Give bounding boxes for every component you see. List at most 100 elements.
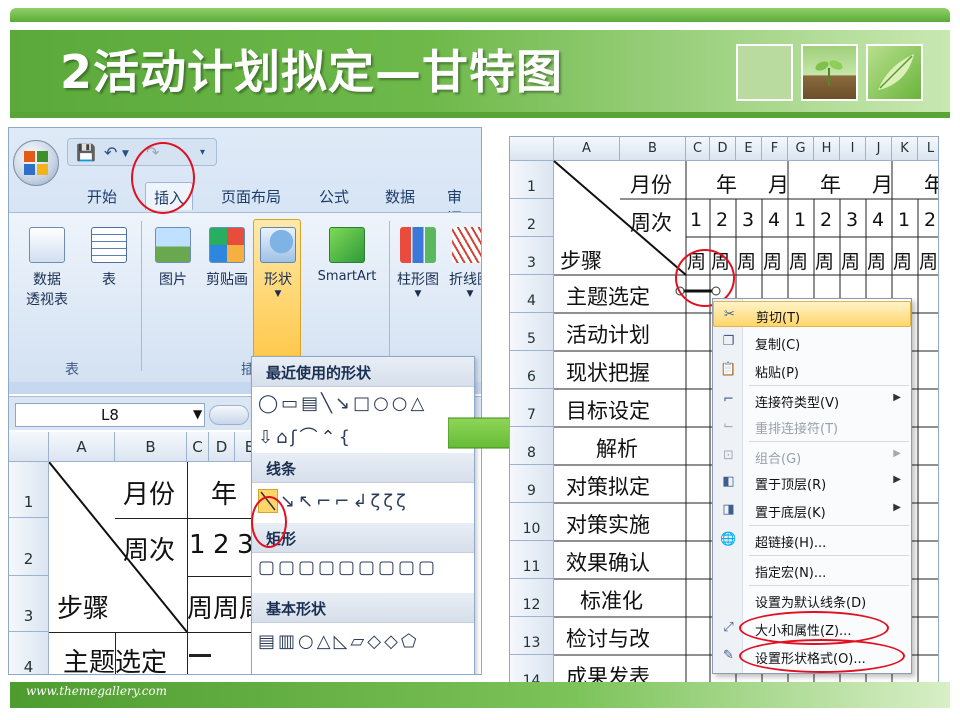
smartart-button[interactable]: SmartArt xyxy=(309,227,385,284)
cell-week-char[interactable]: 周 xyxy=(815,247,834,274)
step-cell[interactable]: 对策拟定 xyxy=(566,471,650,501)
rectangle-shapes-row[interactable]: ▢▢▢▢▢▢▢▢▢ xyxy=(258,557,438,578)
cell-topic[interactable]: 主题选定 xyxy=(63,642,167,674)
cell-year[interactable]: 年 xyxy=(211,474,237,511)
row-header[interactable]: 2 xyxy=(9,518,49,576)
hyperlink-icon: 🌐 xyxy=(720,532,737,547)
menu-item-label: 置于顶层(R) xyxy=(755,478,827,493)
cell-week-num[interactable]: 4 xyxy=(768,209,780,231)
step-cell[interactable]: 解析 xyxy=(596,433,638,463)
cell-month-header[interactable]: 年 xyxy=(820,169,841,199)
cell-step[interactable]: 步骤 xyxy=(57,588,109,625)
shapes-button[interactable]: 形状 ▼ xyxy=(255,227,301,299)
undo-dropdown-icon[interactable]: ▼ xyxy=(122,149,129,159)
cell-week[interactable]: 周次 xyxy=(630,207,672,237)
column-header[interactable]: C xyxy=(187,432,209,462)
shapes-dropdown-icon: ▼ xyxy=(274,289,282,299)
step-cell[interactable]: 标准化 xyxy=(580,585,643,615)
cell-week-num[interactable]: 3 xyxy=(742,209,754,231)
cell-week-char[interactable]: 周 xyxy=(763,247,782,274)
cell-week-char[interactable]: 周 xyxy=(841,247,860,274)
tab-formulas[interactable]: 公式 xyxy=(311,182,357,210)
cell-num[interactable]: 2 xyxy=(213,530,230,560)
step-cell[interactable]: 活动计划 xyxy=(566,319,650,349)
formula-bar-slider[interactable] xyxy=(209,405,249,425)
select-all-corner[interactable] xyxy=(9,432,49,462)
cell-week-num[interactable]: 2 xyxy=(820,209,832,231)
line-shapes-row[interactable]: ↘↖⌐⌐↲ζζζ xyxy=(280,491,409,512)
menu-item-copy[interactable]: ❐ 复制(C) xyxy=(713,329,911,355)
tab-review[interactable]: 审阅 xyxy=(439,182,481,227)
step-cell[interactable]: 效果确认 xyxy=(566,547,650,577)
step-cell[interactable]: 主题选定 xyxy=(566,281,650,311)
ribbon: 💾 ↶ ▼ ↷ ▾ 开始 插入 页面布局 公式 数据 审阅 数据 透视表 xyxy=(9,128,481,394)
cell-week-char[interactable]: 周 xyxy=(789,247,808,274)
cell-week-num[interactable]: 4 xyxy=(872,209,884,231)
column-header[interactable]: A xyxy=(49,432,115,462)
cell-week-char[interactable]: 周 xyxy=(867,247,886,274)
tab-page-layout[interactable]: 页面布局 xyxy=(213,182,289,210)
picture-button[interactable]: 图片 xyxy=(149,227,197,289)
menu-item-paste[interactable]: 📋 粘贴(P) xyxy=(713,357,911,383)
cell-week-num[interactable]: 1 xyxy=(794,209,806,231)
menu-item-reroute-connectors[interactable]: ⌙ 重排连接符(T) xyxy=(713,413,911,439)
menu-item-bring-to-front[interactable]: ◧ 置于顶层(R) ▶ xyxy=(713,469,911,495)
menu-item-send-to-back[interactable]: ◨ 置于底层(K) ▶ xyxy=(713,497,911,523)
submenu-arrow-icon: ▶ xyxy=(893,474,901,485)
cell-month-header[interactable]: 月 xyxy=(872,169,893,199)
cell-week-char[interactable]: 周 xyxy=(213,588,239,625)
row-header[interactable]: 4 xyxy=(9,632,49,674)
menu-item-cut[interactable]: ✂ 剪切(T) xyxy=(713,301,911,327)
smartart-icon xyxy=(329,227,365,263)
step-cell[interactable]: 目标设定 xyxy=(566,395,650,425)
cell-week-num[interactable]: 1 xyxy=(898,209,910,231)
name-box[interactable]: L8 xyxy=(15,403,205,427)
cell-week[interactable]: 周次 xyxy=(123,530,175,567)
cell-month-header[interactable]: 年 xyxy=(716,169,737,199)
cell-month-header[interactable]: 月 xyxy=(768,169,789,199)
row-header[interactable]: 1 xyxy=(9,462,49,518)
step-cell[interactable]: 对策实施 xyxy=(566,509,650,539)
menu-item-group[interactable]: ⊡ 组合(G) ▶ xyxy=(713,443,911,469)
menu-item-hyperlink[interactable]: 🌐 超链接(H)... xyxy=(713,527,911,553)
cell-month-header[interactable]: 年 xyxy=(924,169,938,199)
recent-shapes-row-2[interactable]: ⇩⌂ʃ⌒⌃{ xyxy=(258,423,353,449)
undo-icon[interactable]: ↶ xyxy=(104,143,117,162)
footer-url[interactable]: www.themegallery.com xyxy=(26,684,167,698)
menu-item-connector-type[interactable]: ⌐ 连接符类型(V) ▶ xyxy=(713,387,911,413)
cell-num[interactable]: 1 xyxy=(189,530,206,560)
cell-step[interactable]: 步骤 xyxy=(560,245,602,275)
pivot-table-button[interactable]: 数据 透视表 xyxy=(15,227,79,309)
step-cell[interactable]: 检讨与改 xyxy=(566,623,650,653)
scissors-icon: ✂ xyxy=(724,307,735,322)
cell-week-char[interactable]: 周 xyxy=(187,588,213,625)
row-header[interactable]: 3 xyxy=(9,576,49,632)
step-cell[interactable]: 现状把握 xyxy=(566,357,650,387)
recent-shapes-row[interactable]: ◯▭▤╲↘□○○△ xyxy=(258,393,427,414)
menu-item-set-default-line[interactable]: 设置为默认线条(D) xyxy=(713,587,911,613)
basic-shapes-row[interactable]: ▤▥○△◺▱◇◇⬠ xyxy=(258,631,420,652)
cell-week-char[interactable]: 周 xyxy=(737,247,756,274)
column-header[interactable]: B xyxy=(115,432,187,462)
cell-week-num[interactable]: 1 xyxy=(690,209,702,231)
tab-data[interactable]: 数据 xyxy=(377,182,423,210)
cell-week-num[interactable]: 3 xyxy=(846,209,858,231)
save-icon[interactable]: 💾 xyxy=(76,143,96,162)
customize-qat-icon[interactable]: ▾ xyxy=(200,147,205,158)
table-button[interactable]: 表 xyxy=(85,227,133,289)
cell-week-num[interactable]: 2 xyxy=(716,209,728,231)
menu-item-assign-macro[interactable]: 指定宏(N)... xyxy=(713,557,911,583)
cell-week-num[interactable]: 2 xyxy=(924,209,936,231)
line-chart-button[interactable]: 折线图 ▼ xyxy=(445,227,481,299)
cell-week-char[interactable]: 周 xyxy=(919,247,938,274)
drawn-connector-line[interactable] xyxy=(189,654,211,657)
clipart-button[interactable]: 剪贴画 xyxy=(201,227,253,289)
tab-home[interactable]: 开始 xyxy=(79,182,125,210)
cell-week-char[interactable]: 周 xyxy=(893,247,912,274)
column-header[interactable]: D xyxy=(209,432,235,462)
name-box-dropdown-icon[interactable]: ▼ xyxy=(193,407,202,421)
cell-month[interactable]: 月份 xyxy=(123,474,175,511)
column-chart-button[interactable]: 柱形图 ▼ xyxy=(393,227,443,299)
cell-month[interactable]: 月份 xyxy=(630,169,672,199)
clipart-label: 剪贴画 xyxy=(206,272,248,288)
